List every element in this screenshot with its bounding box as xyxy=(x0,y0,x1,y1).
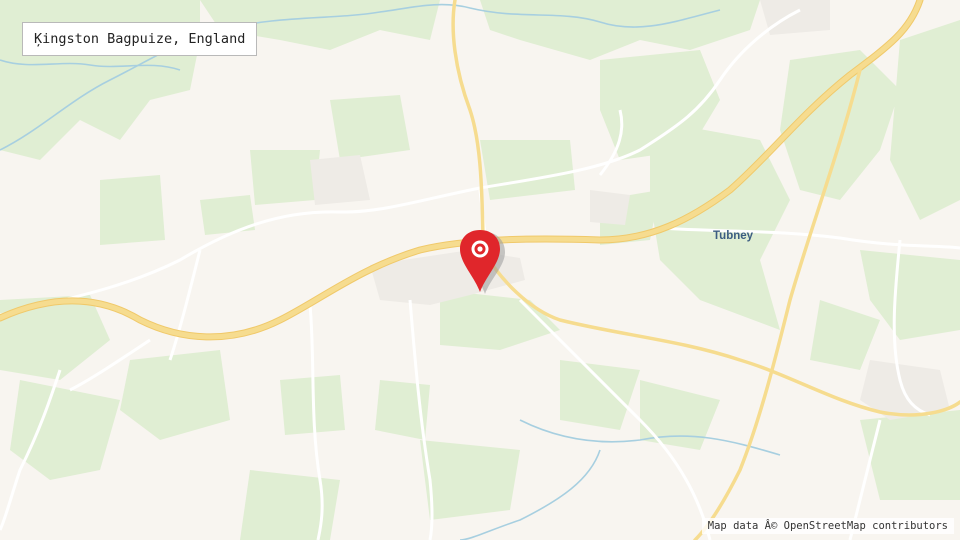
map-attribution[interactable]: Map data Â© OpenStreetMap contributors xyxy=(701,518,954,534)
location-title: Ķingston Bagpuize, England xyxy=(34,31,246,47)
place-label-tubney: Tubney xyxy=(713,230,754,242)
map-pin-icon[interactable] xyxy=(455,228,505,294)
location-title-box: Ķingston Bagpuize, England xyxy=(22,22,258,56)
map-canvas[interactable]: Ķingston Bagpuize, England Tubney Map da… xyxy=(0,0,960,540)
